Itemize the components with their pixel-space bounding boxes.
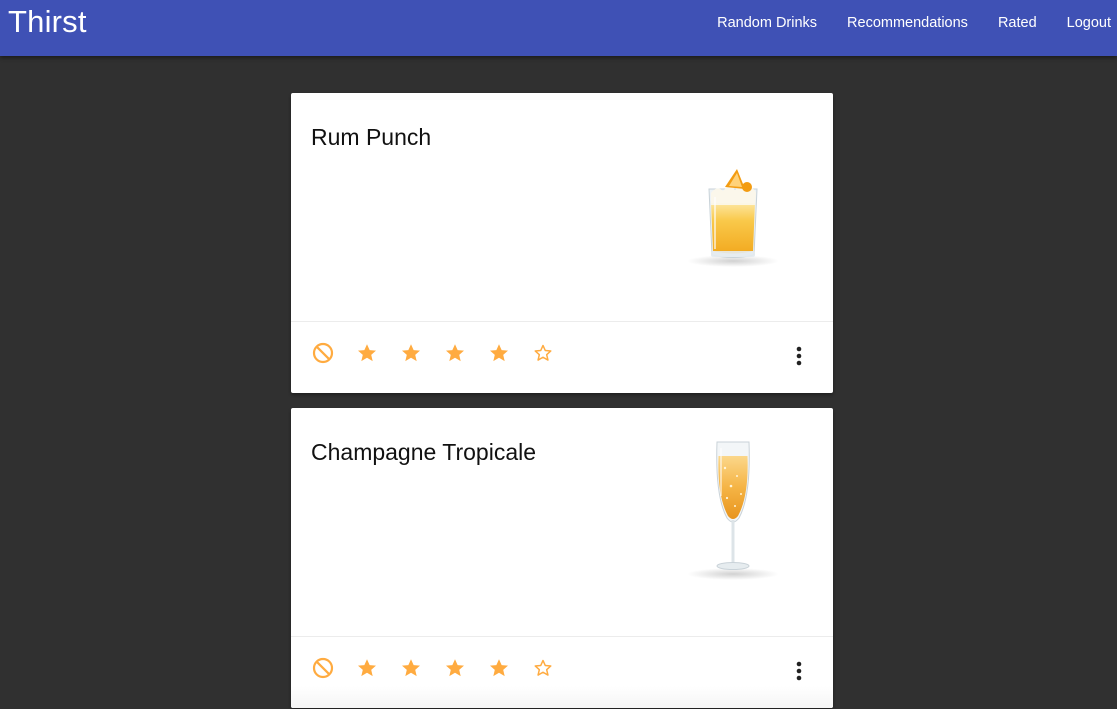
rum-punch-glass-image xyxy=(687,169,779,267)
nav-rated[interactable]: Rated xyxy=(968,15,1037,35)
star-filled-icon[interactable] xyxy=(443,341,467,365)
card-divider xyxy=(291,636,833,637)
drink-card: Champagne Tropicale xyxy=(291,408,833,708)
star-filled-icon[interactable] xyxy=(399,656,423,680)
more-vert-icon[interactable] xyxy=(789,659,809,683)
main-nav: Random Drinks Recommendations Rated Logo… xyxy=(687,15,1111,35)
card-bottom-fade xyxy=(291,686,833,708)
not-for-me-icon[interactable] xyxy=(311,656,335,680)
app-bar: Thirst Random Drinks Recommendations Rat… xyxy=(0,0,1117,56)
nav-logout[interactable]: Logout xyxy=(1037,15,1111,35)
drink-card: Rum Punch xyxy=(291,93,833,393)
not-for-me-icon[interactable] xyxy=(311,341,335,365)
champagne-flute-image xyxy=(687,441,779,580)
rating-bar xyxy=(311,656,575,680)
nav-random-drinks[interactable]: Random Drinks xyxy=(687,15,817,35)
star-filled-icon[interactable] xyxy=(487,341,511,365)
card-divider xyxy=(291,321,833,322)
nav-recommendations[interactable]: Recommendations xyxy=(817,15,968,35)
star-filled-icon[interactable] xyxy=(487,656,511,680)
star-outline-icon[interactable] xyxy=(531,656,555,680)
drink-image xyxy=(685,163,781,273)
rating-bar xyxy=(311,341,575,365)
drink-title: Champagne Tropicale xyxy=(311,439,537,465)
star-filled-icon[interactable] xyxy=(355,341,379,365)
app-title[interactable]: Thirst xyxy=(8,4,87,40)
star-filled-icon[interactable] xyxy=(399,341,423,365)
star-filled-icon[interactable] xyxy=(355,656,379,680)
drink-image xyxy=(685,436,781,586)
more-vert-icon[interactable] xyxy=(789,344,809,368)
drink-title: Rum Punch xyxy=(311,124,432,150)
star-filled-icon[interactable] xyxy=(443,656,467,680)
star-outline-icon[interactable] xyxy=(531,341,555,365)
